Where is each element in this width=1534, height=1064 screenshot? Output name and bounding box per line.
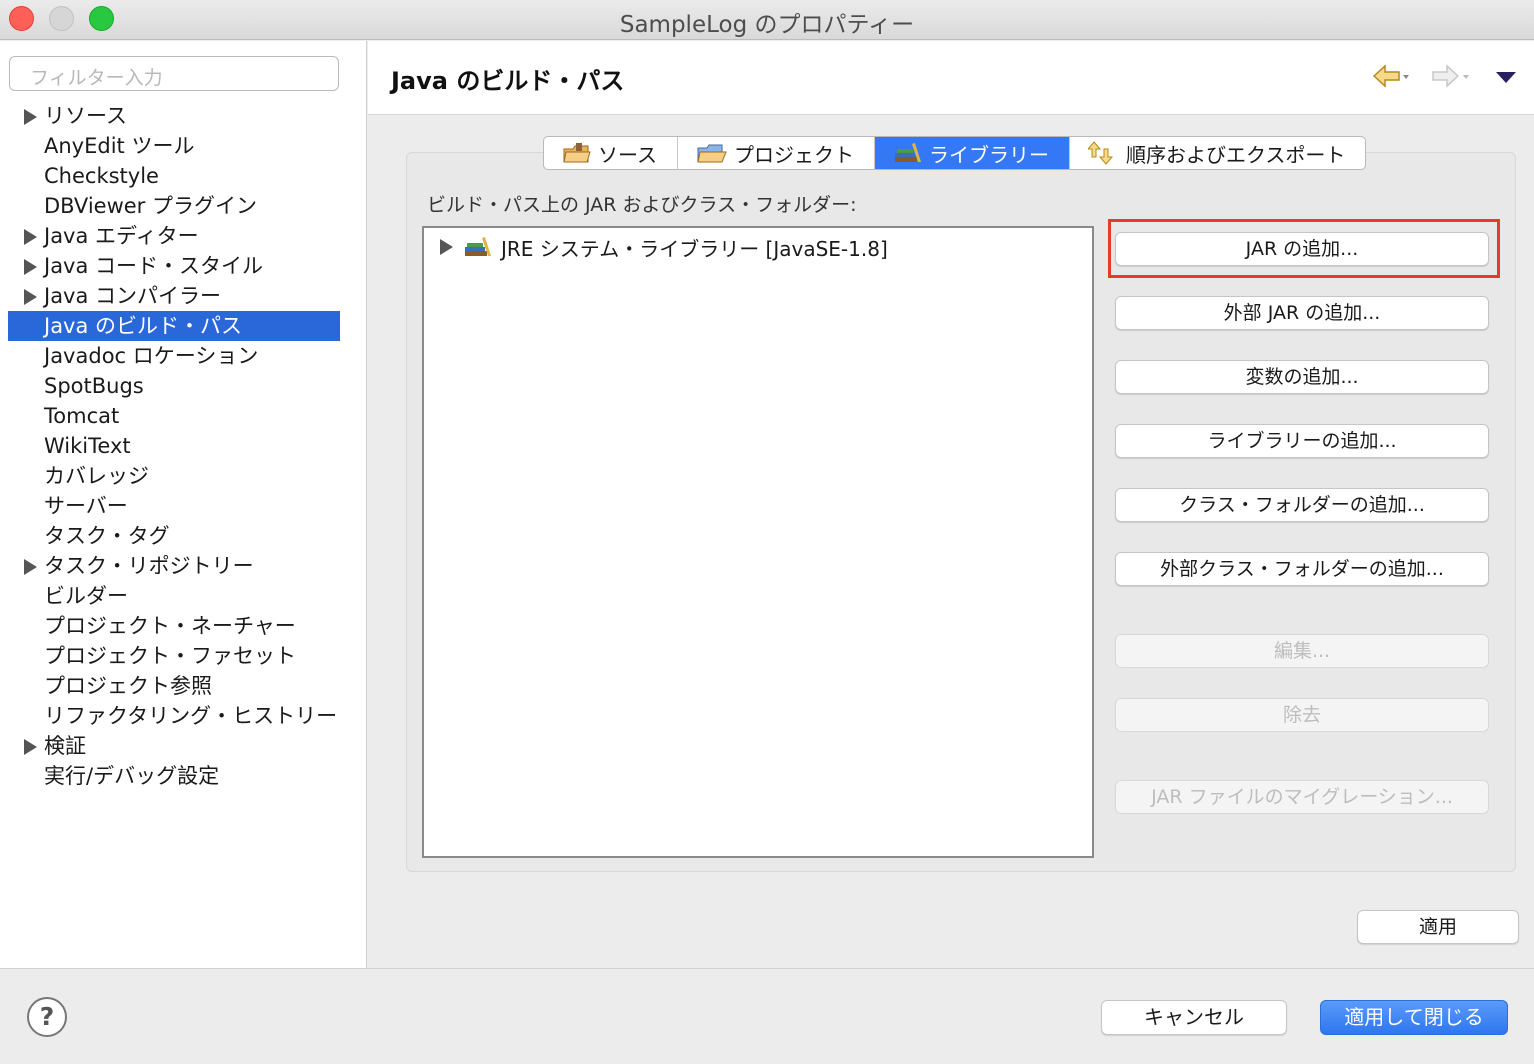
tree-item[interactable]: ビルダー	[8, 581, 340, 611]
page-title: Java のビルド・パス	[391, 67, 625, 95]
tree-item-label: ビルダー	[44, 584, 128, 608]
back-arrow-icon[interactable]	[1371, 63, 1411, 93]
tree-item-label: Java コンパイラー	[44, 284, 222, 308]
add-external-class-folder-button[interactable]: 外部クラス・フォルダーの追加...	[1115, 552, 1489, 586]
tree-item-label: プロジェクト参照	[44, 674, 212, 698]
expand-arrow-icon[interactable]	[24, 739, 37, 755]
expand-arrow-icon[interactable]	[24, 559, 37, 575]
help-icon[interactable]: ?	[27, 997, 67, 1037]
apply-button[interactable]: 適用	[1357, 910, 1519, 944]
apply-and-close-button[interactable]: 適用して閉じる	[1320, 1000, 1508, 1035]
tree-item[interactable]: DBViewer プラグイン	[8, 191, 340, 221]
list-item-label: JRE システム・ライブラリー [JavaSE-1.8]	[501, 236, 888, 261]
tree-item[interactable]: WikiText	[8, 431, 340, 461]
tree-item[interactable]: Java のビルド・パス	[8, 311, 340, 341]
tree-item[interactable]: サーバー	[8, 491, 340, 521]
expand-arrow-icon[interactable]	[24, 259, 37, 275]
tab-order-export[interactable]: 順序およびエクスポート	[1070, 137, 1365, 169]
source-folder-icon	[563, 143, 591, 163]
window-titlebar: SampleLog のプロパティー	[0, 0, 1534, 40]
add-variable-button[interactable]: 変数の追加...	[1115, 360, 1489, 394]
tree-item[interactable]: AnyEdit ツール	[8, 131, 340, 161]
list-item[interactable]: JRE システム・ライブラリー [JavaSE-1.8]	[440, 232, 888, 262]
tree-item[interactable]: Java コンパイラー	[8, 281, 340, 311]
cancel-button[interactable]: キャンセル	[1101, 1000, 1287, 1035]
order-export-icon	[1088, 141, 1114, 165]
project-folder-icon	[697, 144, 727, 163]
tree-item-label: Java のビルド・パス	[44, 314, 243, 338]
tree-item[interactable]: タスク・リポジトリー	[8, 551, 340, 581]
add-class-folder-button[interactable]: クラス・フォルダーの追加...	[1115, 488, 1489, 522]
tree-item[interactable]: SpotBugs	[8, 371, 340, 401]
tree-item-label: カバレッジ	[44, 464, 149, 488]
tree-item[interactable]: 実行/デバッグ設定	[8, 761, 340, 791]
expand-arrow-icon[interactable]	[24, 289, 37, 305]
tree-item[interactable]: リソース	[8, 101, 340, 131]
add-library-button[interactable]: ライブラリーの追加...	[1115, 424, 1489, 458]
tree-item[interactable]: 検証	[8, 731, 340, 761]
window-title: SampleLog のプロパティー	[619, 12, 915, 38]
tree-item[interactable]: Javadoc ロケーション	[8, 341, 340, 371]
page-header: Java のビルド・パス	[368, 41, 1534, 115]
preferences-tree: リソース AnyEdit ツール Checkstyle DBViewer プラグイン J…	[8, 101, 340, 791]
tree-item-label: Java コード・スタイル	[44, 254, 264, 278]
tree-item-label: プロジェクト・ファセット	[44, 644, 296, 668]
tab-projects[interactable]: プロジェクト	[678, 137, 875, 169]
forward-arrow-icon[interactable]	[1431, 63, 1471, 93]
tree-item-label: タスク・リポジトリー	[44, 554, 254, 578]
footer-divider	[0, 968, 1534, 969]
build-path-list[interactable]: JRE システム・ライブラリー [JavaSE-1.8]	[422, 226, 1094, 858]
expand-arrow-icon[interactable]	[440, 239, 453, 255]
tree-item-label: WikiText	[44, 434, 131, 458]
tree-item[interactable]: タスク・タグ	[8, 521, 340, 551]
tree-item-label: 検証	[44, 734, 86, 758]
tree-item-label: AnyEdit ツール	[44, 134, 195, 158]
tree-item-label: 実行/デバッグ設定	[44, 764, 220, 788]
tree-item-label: サーバー	[44, 494, 128, 518]
tree-item-label: リソース	[44, 104, 127, 128]
tree-item-label: リファクタリング・ヒストリー	[44, 704, 338, 728]
tree-item-label: Checkstyle	[44, 164, 159, 188]
tree-item-label: Java エディター	[44, 224, 199, 248]
expand-arrow-icon[interactable]	[24, 109, 37, 125]
add-external-jar-button[interactable]: 外部 JAR の追加...	[1115, 296, 1489, 330]
tab-libraries[interactable]: ライブラリー	[875, 137, 1070, 169]
tree-item[interactable]: Checkstyle	[8, 161, 340, 191]
tree-item[interactable]: プロジェクト・ネーチャー	[8, 611, 340, 641]
tab-order-export-label: 順序およびエクスポート	[1126, 142, 1346, 167]
tree-item[interactable]: プロジェクト・ファセット	[8, 641, 340, 671]
migrate-jar-button[interactable]: JAR ファイルのマイグレーション...	[1115, 780, 1489, 814]
view-menu-icon[interactable]	[1496, 72, 1516, 83]
tree-item[interactable]: Tomcat	[8, 401, 340, 431]
build-path-list-label: ビルド・パス上の JAR およびクラス・フォルダー:	[427, 194, 857, 216]
tree-item[interactable]: プロジェクト参照	[8, 671, 340, 701]
tab-source[interactable]: ソース	[544, 137, 678, 169]
expand-arrow-icon[interactable]	[24, 229, 37, 245]
tree-item-label: Tomcat	[44, 404, 120, 428]
tree-item[interactable]: Java コード・スタイル	[8, 251, 340, 281]
library-icon	[895, 143, 921, 162]
tree-item-label: SpotBugs	[44, 374, 144, 398]
filter-input[interactable]: フィルター入力	[9, 56, 339, 91]
remove-button[interactable]: 除去	[1115, 698, 1489, 732]
add-jar-button[interactable]: JAR の追加...	[1115, 232, 1489, 266]
tree-item-label: タスク・タグ	[44, 524, 170, 548]
jre-library-icon	[465, 237, 491, 256]
tab-libraries-label: ライブラリー	[929, 142, 1049, 167]
edit-button[interactable]: 編集...	[1115, 634, 1489, 668]
tree-item-label: Javadoc ロケーション	[44, 344, 259, 368]
tab-projects-label: プロジェクト	[734, 142, 854, 167]
tree-item[interactable]: カバレッジ	[8, 461, 340, 491]
tree-item[interactable]: リファクタリング・ヒストリー	[8, 701, 340, 731]
tree-item-label: DBViewer プラグイン	[44, 194, 257, 218]
tab-source-label: ソース	[598, 142, 657, 167]
tab-bar: ソース プロジェクト ライブラリー 順序およびエクスポート	[543, 136, 1367, 170]
tree-item-label: プロジェクト・ネーチャー	[44, 614, 296, 638]
tree-item[interactable]: Java エディター	[8, 221, 340, 251]
preferences-sidebar: フィルター入力 リソース AnyEdit ツール Checkstyle DBViewe…	[0, 41, 367, 968]
